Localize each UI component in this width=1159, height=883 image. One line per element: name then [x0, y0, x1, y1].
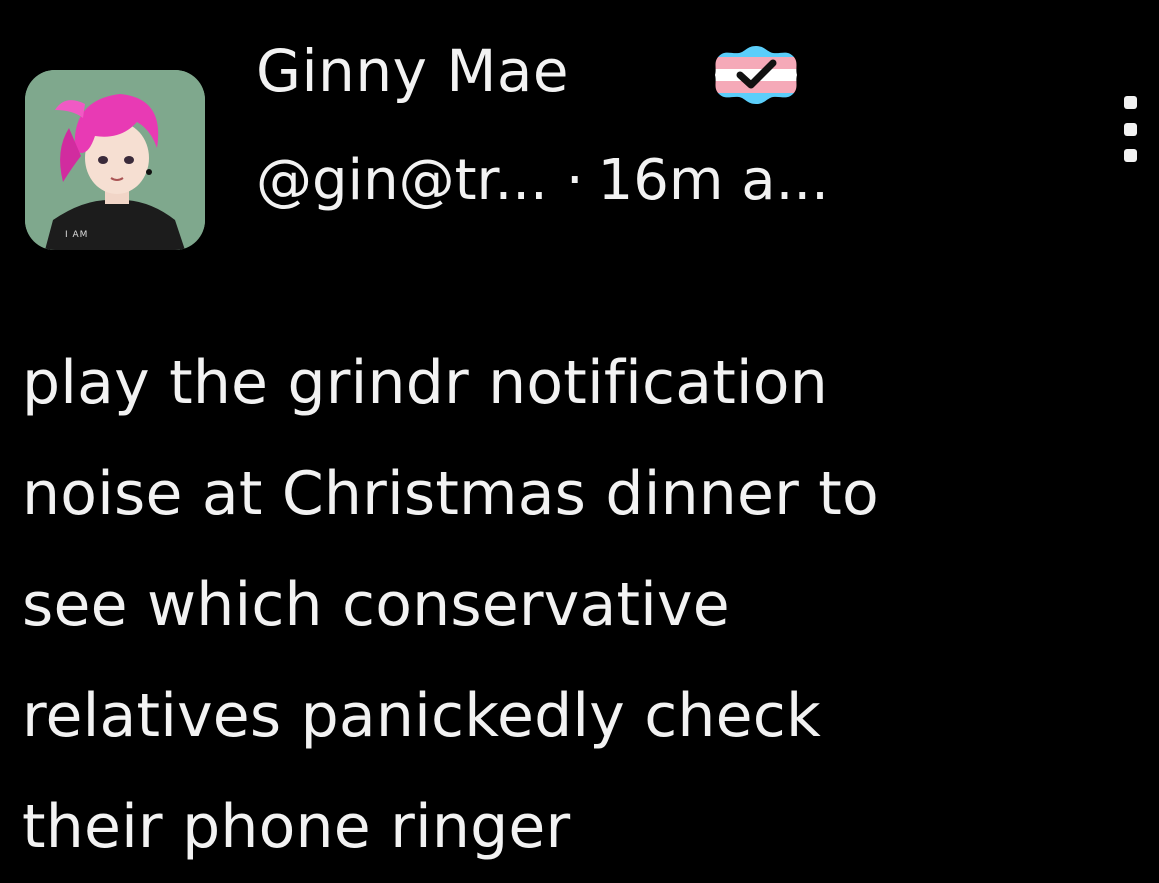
more-dot	[1123, 149, 1137, 162]
author-handle[interactable]: @gin@tr...	[256, 148, 548, 213]
post-card: I AM Ginny Mae @gin@tr... · 16m a... pla…	[0, 0, 1159, 881]
meta-separator: ·	[565, 148, 584, 213]
post-text-line: play the grindr notification	[22, 348, 828, 418]
verified-check-icon	[707, 44, 805, 106]
author-display-name[interactable]: Ginny Mae	[256, 36, 569, 106]
more-dot	[1123, 122, 1137, 136]
avatar-image	[25, 70, 205, 250]
more-vertical-icon[interactable]	[1115, 96, 1145, 162]
avatar-shirt-text: I AM	[65, 230, 89, 240]
more-dot	[1123, 96, 1137, 109]
post-timestamp[interactable]: 16m a...	[598, 148, 829, 213]
post-text-line: their phone ringer	[22, 792, 571, 862]
avatar[interactable]: I AM	[25, 70, 205, 250]
post-text: play the grindr notification noise at Ch…	[22, 328, 1142, 883]
post-text-line: noise at Christmas dinner to	[22, 459, 879, 529]
post-text-line: see which conservative	[22, 570, 730, 640]
post-text-line: relatives panickedly check	[22, 681, 821, 751]
author-meta: @gin@tr... · 16m a...	[256, 146, 829, 216]
